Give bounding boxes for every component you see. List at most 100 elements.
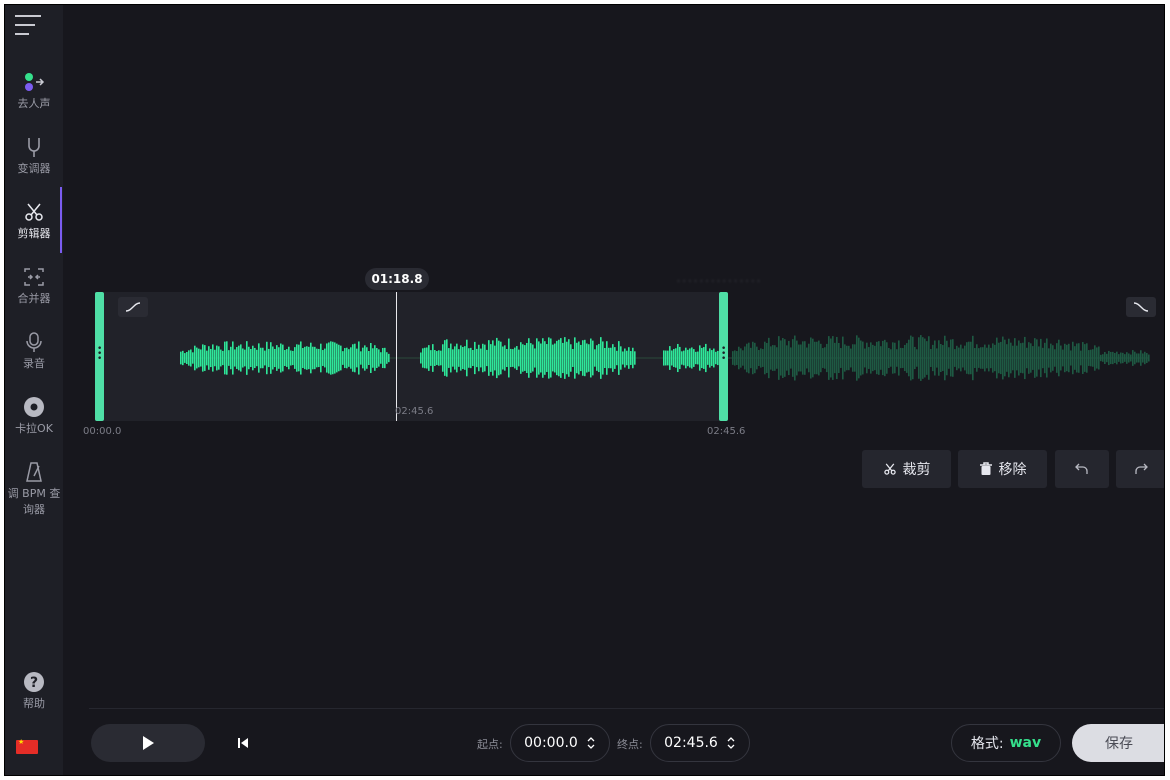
sidebar-item-label: 录音	[23, 357, 45, 370]
waveform-bar	[198, 348, 200, 368]
waveform-bar	[822, 348, 824, 368]
sidebar-item-label: 调 BPM 查	[7, 487, 61, 500]
sidebar-item-cutter[interactable]: 剪辑器	[5, 201, 63, 241]
waveform-bar	[504, 345, 506, 371]
waveform-bar	[1024, 336, 1026, 380]
format-select[interactable]: 格式: wav	[951, 724, 1061, 762]
waveform-bar	[1128, 353, 1130, 363]
waveform-bar	[468, 348, 470, 368]
waveform-bar	[190, 349, 192, 367]
help-icon: ?	[5, 671, 63, 693]
waveform-bar	[898, 340, 900, 376]
waveform-bar	[848, 345, 850, 371]
microphone-icon	[5, 331, 63, 353]
end-time-field[interactable]: 02:45.6	[650, 724, 750, 762]
waveform-bar	[1052, 345, 1054, 371]
redo-button[interactable]	[1116, 450, 1164, 488]
waveform-bar	[522, 344, 524, 372]
sidebar-item-pitch-changer[interactable]: 变调器	[5, 136, 63, 176]
waveform-bar	[510, 348, 512, 368]
end-handle[interactable]: • • •	[719, 292, 728, 421]
waveform-bar	[926, 341, 928, 375]
waveform-bar	[288, 346, 290, 370]
sidebar-item-bpm-finder[interactable]: 调 BPM 查 询器	[5, 461, 63, 517]
waveform-bar	[576, 342, 578, 374]
waveform-bar	[1038, 346, 1040, 370]
start-handle[interactable]: • • •	[95, 292, 104, 421]
waveform-bar	[711, 350, 713, 366]
save-button[interactable]: 保存	[1072, 724, 1164, 762]
start-time-field[interactable]: 00:00.0	[510, 724, 610, 762]
waveform-bar	[1110, 351, 1112, 365]
undo-button[interactable]	[1055, 450, 1109, 488]
waveform-bar	[596, 345, 598, 371]
end-point-label: 终点:	[617, 738, 643, 751]
waveform-bar	[707, 351, 709, 365]
play-button[interactable]	[91, 724, 205, 762]
waveform-bar	[950, 339, 952, 377]
sidebar-item-karaoke[interactable]: 卡拉OK	[5, 396, 63, 436]
waveform-bar	[216, 345, 218, 371]
waveform-bar	[752, 341, 754, 375]
waveform-bar	[354, 343, 356, 373]
waveform-bar	[552, 344, 554, 372]
waveform-bar	[715, 351, 717, 365]
waveform-bar	[196, 347, 198, 369]
stepper-icon[interactable]	[726, 736, 736, 750]
sidebar-item-help[interactable]: ? 帮助	[5, 671, 63, 711]
waveform-bar	[1026, 347, 1028, 369]
waveform-bar	[1050, 343, 1052, 373]
waveform-bar	[806, 347, 808, 369]
waveform-bar	[276, 345, 278, 371]
stepper-icon[interactable]	[586, 736, 596, 750]
waveform[interactable]	[95, 292, 1165, 421]
hamburger-menu-icon[interactable]	[15, 15, 41, 37]
waveform-bar	[687, 349, 689, 367]
waveform-bar	[1004, 339, 1006, 377]
waveform-bar	[936, 348, 938, 368]
waveform-bar	[673, 348, 675, 368]
waveform-bar	[420, 352, 422, 364]
waveform-bar	[528, 338, 530, 378]
waveform-bar	[1088, 350, 1090, 366]
cn-flag-icon[interactable]	[16, 738, 38, 754]
waveform-bar	[796, 340, 798, 376]
waveform-bar	[1040, 338, 1042, 378]
waveform-bar	[376, 348, 378, 368]
waveform-bar	[671, 350, 673, 366]
waveform-bar	[604, 347, 606, 369]
waveform-bar	[368, 350, 370, 366]
waveform-bar	[866, 342, 868, 374]
sidebar-item-joiner[interactable]: 合并器	[5, 266, 63, 306]
playhead[interactable]	[396, 292, 397, 421]
waveform-bar	[464, 346, 466, 370]
waveform-bar	[732, 351, 734, 365]
sidebar-item-label: 帮助	[23, 697, 45, 710]
waveform-bar	[667, 350, 669, 366]
waveform-bar	[570, 344, 572, 372]
skip-to-start-button[interactable]	[233, 734, 253, 752]
waveform-bar	[236, 347, 238, 369]
waveform-bar	[872, 344, 874, 372]
sidebar-item-vocal-remover[interactable]: 去人声	[5, 71, 63, 111]
waveform-bar	[774, 345, 776, 371]
waveform-bar	[184, 353, 186, 363]
waveform-bar	[746, 343, 748, 373]
waveform-bar	[466, 339, 468, 377]
fade-in-button[interactable]	[118, 297, 148, 317]
waveform-bar	[665, 350, 667, 366]
waveform-bar	[1058, 339, 1060, 377]
waveform-bar	[370, 342, 372, 374]
waveform-bar	[502, 346, 504, 370]
sidebar-item-recorder[interactable]: 录音	[5, 331, 63, 371]
waveform-bar	[338, 344, 340, 372]
waveform-bar	[1104, 352, 1106, 364]
remove-button[interactable]: 移除	[958, 450, 1047, 488]
trim-button[interactable]: 裁剪	[862, 450, 951, 488]
waveform-bar	[758, 350, 760, 366]
fade-out-button[interactable]	[1126, 297, 1156, 317]
waveform-bar	[496, 337, 498, 379]
waveform-bar	[620, 346, 622, 370]
waveform-bar	[681, 351, 683, 365]
sidebar: 去人声 变调器 剪辑器 合并器 录音 卡拉OK 调 BPM 查 询器 ? 帮助 …	[5, 5, 63, 775]
